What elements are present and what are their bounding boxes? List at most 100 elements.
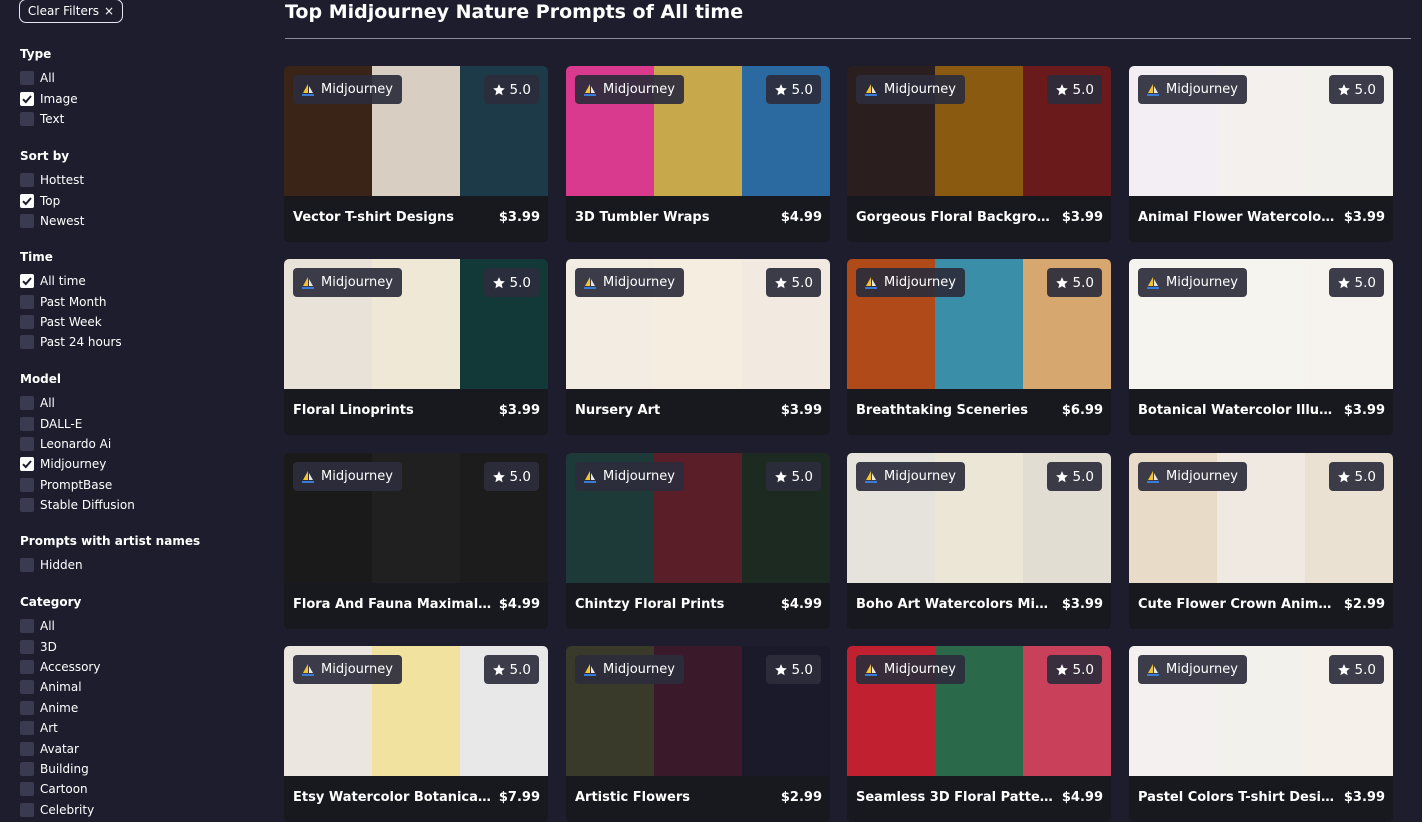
filter-option-all[interactable]: All (20, 393, 135, 413)
rating-value: 5.0 (1072, 661, 1094, 678)
midjourney-logo-icon (1146, 276, 1160, 290)
checkbox-unchecked[interactable] (20, 802, 34, 817)
prompt-card[interactable]: Midjourney 5.0 Etsy Watercolor Botanical P… (284, 646, 548, 822)
filter-option-promptbase[interactable]: PromptBase (20, 475, 135, 495)
prompt-card[interactable]: Midjourney 5.0 Nursery Art $3.99 (566, 259, 830, 435)
rating-value: 5.0 (1354, 468, 1376, 485)
filter-option-anime[interactable]: Anime (20, 698, 100, 718)
filter-option-all[interactable]: All (20, 68, 78, 88)
filter-option-image[interactable]: Image (20, 88, 78, 108)
checkbox-checked[interactable] (20, 457, 34, 472)
checkbox-unchecked[interactable] (20, 71, 34, 86)
filter-option-past-24-hours[interactable]: Past 24 hours (20, 332, 122, 352)
card-info-bar: Nursery Art $3.99 (566, 389, 830, 435)
prompt-card[interactable]: Midjourney 5.0 Chintzy Floral Prints $4.99 (566, 453, 830, 629)
filter-option-art[interactable]: Art (20, 718, 100, 738)
card-info-bar: Animal Flower Watercolor T-sh... $3.99 (1129, 196, 1393, 242)
checkbox-unchecked[interactable] (20, 782, 34, 797)
prompt-price: $4.99 (498, 597, 540, 612)
prompt-card[interactable]: Midjourney 5.0 Breathtaking Sceneries $6.99 (847, 259, 1111, 435)
filter-option-cartoon[interactable]: Cartoon (20, 779, 100, 799)
filter-option-dall-e[interactable]: DALL-E (20, 413, 135, 433)
filter-option-accessory[interactable]: Accessory (20, 657, 100, 677)
checkbox-unchecked[interactable] (20, 761, 34, 776)
prompt-title: Breathtaking Sceneries (856, 403, 1028, 418)
clear-filters-button[interactable]: Clear Filters × (19, 0, 123, 23)
filter-option-avatar[interactable]: Avatar (20, 738, 100, 758)
filter-option-building[interactable]: Building (20, 759, 100, 779)
checkbox-unchecked[interactable] (20, 213, 34, 228)
rating-value: 5.0 (1354, 661, 1376, 678)
prompt-card[interactable]: Midjourney 5.0 Boho Art Watercolors Minima… (847, 453, 1111, 629)
filter-option-all[interactable]: All (20, 616, 100, 636)
prompt-card[interactable]: Midjourney 5.0 Pastel Colors T-shirt Desig… (1129, 646, 1393, 822)
filter-option-past-month[interactable]: Past Month (20, 291, 122, 311)
checkbox-unchecked[interactable] (20, 498, 34, 513)
filter-option-3d[interactable]: 3D (20, 636, 100, 656)
prompt-card[interactable]: Midjourney 5.0 Artistic Flowers $2.99 (566, 646, 830, 822)
rating-value: 5.0 (1354, 81, 1376, 98)
filter-option-stable-diffusion[interactable]: Stable Diffusion (20, 495, 135, 515)
checkbox-unchecked[interactable] (20, 396, 34, 411)
filter-option-text[interactable]: Text (20, 109, 78, 129)
checkbox-checked[interactable] (20, 274, 34, 289)
filter-option-newest[interactable]: Newest (20, 211, 85, 231)
filter-group-title: Model (20, 372, 62, 386)
prompt-price: $3.99 (498, 403, 540, 418)
checkbox-unchecked[interactable] (20, 314, 34, 329)
model-badge: Midjourney (293, 655, 402, 684)
prompt-card[interactable]: Midjourney 5.0 Cute Flower Crown Animals $2… (1129, 453, 1393, 629)
checkbox-unchecked[interactable] (20, 294, 34, 309)
checkbox-unchecked[interactable] (20, 741, 34, 756)
prompt-card[interactable]: Midjourney 5.0 Botanical Watercolor Illust… (1129, 259, 1393, 435)
checkbox-unchecked[interactable] (20, 436, 34, 451)
prompt-title: Boho Art Watercolors Minimal... (856, 597, 1056, 612)
filter-option-top[interactable]: Top (20, 190, 85, 210)
checkbox-unchecked[interactable] (20, 680, 34, 695)
filter-option-label: 3D (40, 639, 57, 654)
prompt-card[interactable]: Midjourney 5.0 3D Tumbler Wraps $4.99 (566, 66, 830, 242)
rating-value: 5.0 (791, 468, 813, 485)
filter-option-celebrity[interactable]: Celebrity (20, 800, 100, 820)
model-badge: Midjourney (856, 462, 965, 491)
checkbox-checked[interactable] (20, 91, 34, 106)
prompt-title: Nursery Art (575, 403, 661, 418)
filter-option-label: Building (40, 761, 89, 776)
star-icon (492, 276, 506, 290)
checkbox-unchecked[interactable] (20, 111, 34, 126)
filter-option-animal[interactable]: Animal (20, 677, 100, 697)
filter-option-past-week[interactable]: Past Week (20, 312, 122, 332)
checkbox-unchecked[interactable] (20, 619, 34, 634)
checkbox-unchecked[interactable] (20, 173, 34, 188)
rating-badge: 5.0 (483, 462, 539, 491)
prompt-card[interactable]: Midjourney 5.0 Vector T-shirt Designs $3.99 (284, 66, 548, 242)
filter-option-leonardo-ai[interactable]: Leonardo Ai (20, 434, 135, 454)
filter-option-hottest[interactable]: Hottest (20, 170, 85, 190)
checkbox-unchecked[interactable] (20, 558, 34, 573)
filter-option-midjourney[interactable]: Midjourney (20, 454, 135, 474)
checkbox-unchecked[interactable] (20, 416, 34, 431)
prompt-card[interactable]: Midjourney 5.0 Flora And Fauna Maximalist … (284, 453, 548, 629)
checkbox-unchecked[interactable] (20, 721, 34, 736)
checkbox-unchecked[interactable] (20, 639, 34, 654)
checkbox-checked[interactable] (20, 193, 34, 208)
midjourney-logo-icon (583, 470, 597, 484)
filter-option-hidden[interactable]: Hidden (20, 555, 200, 575)
checkbox-unchecked[interactable] (20, 335, 34, 350)
close-icon: × (104, 4, 115, 18)
title-divider (285, 38, 1411, 39)
model-label: Midjourney (884, 469, 956, 484)
checkbox-unchecked[interactable] (20, 477, 34, 492)
filter-group-title: Prompts with artist names (20, 534, 201, 548)
prompt-price: $3.99 (1343, 210, 1385, 225)
prompt-card[interactable]: Midjourney 5.0 Seamless 3D Floral Patterns… (847, 646, 1111, 822)
prompt-card[interactable]: Midjourney 5.0 Floral Linoprints $3.99 (284, 259, 548, 435)
filter-option-label: DALL-E (40, 416, 83, 431)
checkbox-unchecked[interactable] (20, 700, 34, 715)
card-info-bar: Flora And Fauna Maximalist I... $4.99 (284, 583, 548, 629)
filter-option-label: Past 24 hours (40, 335, 122, 350)
checkbox-unchecked[interactable] (20, 659, 34, 674)
prompt-card[interactable]: Midjourney 5.0 Gorgeous Floral Background … (847, 66, 1111, 242)
filter-option-all-time[interactable]: All time (20, 271, 122, 291)
prompt-card[interactable]: Midjourney 5.0 Animal Flower Watercolor T-… (1129, 66, 1393, 242)
